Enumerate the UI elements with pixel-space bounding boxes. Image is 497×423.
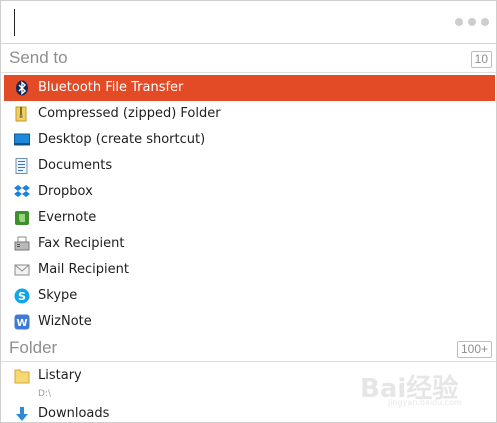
list-item-zipped-folder[interactable]: Compressed (zipped) Folder [4, 101, 495, 127]
divider [1, 361, 496, 362]
fax-icon [14, 236, 30, 252]
section-title: Send to [9, 48, 68, 67]
item-label: Evernote [38, 210, 97, 225]
list-item-fax[interactable]: Fax Recipient [4, 231, 495, 257]
list-item-skype[interactable]: S Skype [4, 283, 495, 309]
launcher-window: Send to 10 Bluetooth File Transfer Compr… [0, 0, 497, 423]
dropbox-icon [14, 184, 30, 200]
item-label: Mail Recipient [38, 262, 129, 277]
watermark: Bai经验 jingyan.baidu.com [360, 368, 490, 408]
item-label: Downloads [38, 406, 110, 421]
search-box[interactable] [1, 1, 496, 44]
zip-folder-icon [14, 106, 30, 122]
bluetooth-icon [14, 80, 30, 96]
section-count-badge: 10 [470, 51, 492, 68]
item-label: Documents [38, 158, 113, 173]
section-send-to: Send to 10 [1, 46, 496, 72]
text-caret [14, 9, 15, 36]
section-count-badge: 100+ [456, 341, 492, 358]
item-label: Bluetooth File Transfer [38, 80, 184, 95]
section-folder: Folder 100+ [1, 336, 496, 362]
list-item-mail[interactable]: Mail Recipient [4, 257, 495, 283]
skype-icon: S [14, 288, 30, 304]
download-icon [14, 406, 30, 422]
item-label: Dropbox [38, 184, 93, 199]
list-item-desktop[interactable]: Desktop (create shortcut) [4, 127, 495, 153]
list-item-dropbox[interactable]: Dropbox [4, 179, 495, 205]
item-label: Listary [38, 368, 82, 383]
list-item-documents[interactable]: Documents [4, 153, 495, 179]
list-item-bluetooth[interactable]: Bluetooth File Transfer [4, 75, 495, 101]
more-options-icon[interactable] [455, 18, 489, 27]
svg-text:S: S [18, 290, 26, 303]
divider [1, 72, 496, 73]
item-label: Skype [38, 288, 78, 303]
mail-icon [14, 262, 30, 278]
item-label: WizNote [38, 314, 92, 329]
item-label: Desktop (create shortcut) [38, 132, 206, 147]
list-item-evernote[interactable]: Evernote [4, 205, 495, 231]
svg-text:W: W [16, 318, 27, 329]
desktop-icon [14, 132, 30, 148]
item-label: Compressed (zipped) Folder [38, 106, 221, 121]
evernote-icon [14, 210, 30, 226]
item-path: D:\ [38, 389, 51, 399]
watermark-url: jingyan.baidu.com [388, 398, 462, 407]
wiznote-icon: W [14, 314, 30, 330]
list-item-wiznote[interactable]: W WizNote [4, 309, 495, 335]
section-title: Folder [9, 338, 58, 357]
folder-icon [14, 368, 30, 384]
documents-icon [14, 158, 30, 174]
item-label: Fax Recipient [38, 236, 125, 251]
